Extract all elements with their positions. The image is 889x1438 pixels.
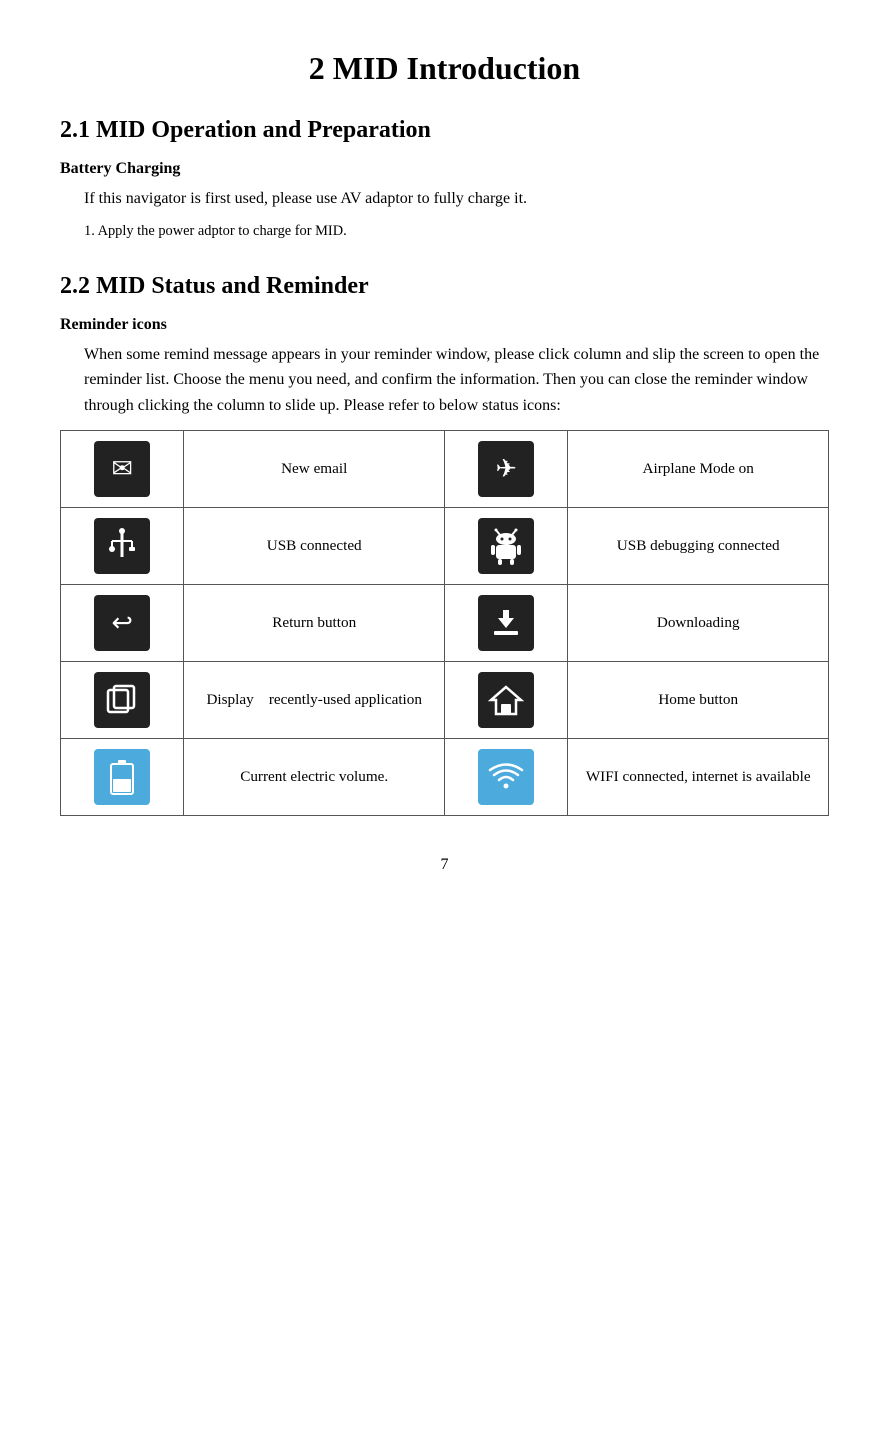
section-2-1-heading: 2.1 MID Operation and Preparation xyxy=(60,117,829,144)
new-email-icon: ✉ xyxy=(94,441,150,497)
wifi-icon xyxy=(478,749,534,805)
page-title: 2 MID Introduction xyxy=(60,50,829,87)
airplane-mode-label: Airplane Mode on xyxy=(568,431,829,508)
usb-connected-icon xyxy=(94,518,150,574)
recent-apps-icon-cell xyxy=(61,662,184,739)
section-2-2-heading: 2.2 MID Status and Reminder xyxy=(60,273,829,300)
return-button-icon-cell: ↩ xyxy=(61,585,184,662)
reminder-icons-label: Reminder icons xyxy=(60,316,829,334)
downloading-icon xyxy=(478,595,534,651)
airplane-mode-icon-cell: ✈ xyxy=(444,431,567,508)
battery-text-1: If this navigator is first used, please … xyxy=(84,186,829,212)
table-row: Current electric volume. WIFI connected,… xyxy=(61,739,829,816)
recent-apps-icon xyxy=(94,672,150,728)
usb-debugging-icon xyxy=(478,518,534,574)
recent-apps-label: Display recently-used application xyxy=(184,662,445,739)
usb-connected-label: USB connected xyxy=(184,508,445,585)
battery-icon-cell xyxy=(61,739,184,816)
downloading-label: Downloading xyxy=(568,585,829,662)
table-row: ✉ New email ✈ Airplane Mode on xyxy=(61,431,829,508)
home-button-icon xyxy=(478,672,534,728)
new-email-icon-cell: ✉ xyxy=(61,431,184,508)
table-row: ↩ Return button Downloading xyxy=(61,585,829,662)
page-number: 7 xyxy=(60,856,829,874)
battery-charging-label: Battery Charging xyxy=(60,160,829,178)
usb-connected-icon-cell xyxy=(61,508,184,585)
wifi-icon-cell xyxy=(444,739,567,816)
section-2-2: 2.2 MID Status and Reminder Reminder ico… xyxy=(60,273,829,817)
home-button-label: Home button xyxy=(568,662,829,739)
battery-text-2: 1. Apply the power adptor to charge for … xyxy=(84,220,829,243)
home-button-icon-cell xyxy=(444,662,567,739)
usb-debugging-icon-cell xyxy=(444,508,567,585)
battery-icon xyxy=(94,749,150,805)
return-button-icon: ↩ xyxy=(94,595,150,651)
wifi-label: WIFI connected, internet is available xyxy=(568,739,829,816)
reminder-body-text: When some remind message appears in your… xyxy=(84,342,829,419)
return-button-label: Return button xyxy=(184,585,445,662)
battery-label: Current electric volume. xyxy=(184,739,445,816)
icons-table: ✉ New email ✈ Airplane Mode on xyxy=(60,430,829,816)
usb-debugging-label: USB debugging connected xyxy=(568,508,829,585)
downloading-icon-cell xyxy=(444,585,567,662)
airplane-mode-icon: ✈ xyxy=(478,441,534,497)
section-2-1: 2.1 MID Operation and Preparation Batter… xyxy=(60,117,829,243)
new-email-label: New email xyxy=(184,431,445,508)
table-row: USB connected xyxy=(61,508,829,585)
table-row: Display recently-used application Home b… xyxy=(61,662,829,739)
